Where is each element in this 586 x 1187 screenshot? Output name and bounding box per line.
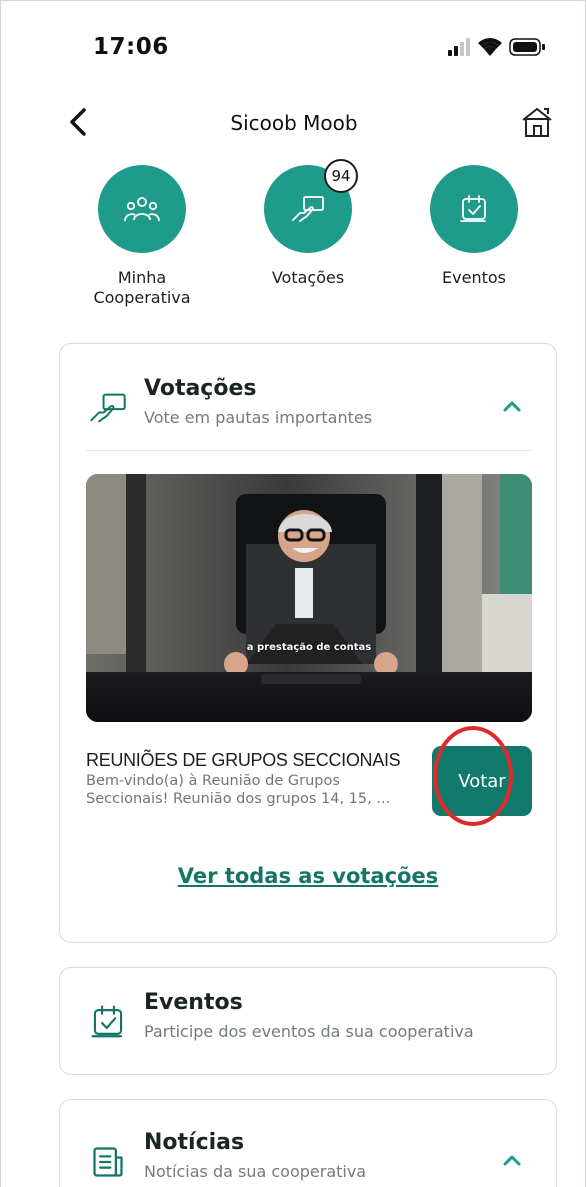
vote-hand-icon <box>90 393 126 423</box>
quick-action-label: Votações <box>271 268 345 287</box>
votacoes-circle: 94 <box>264 159 358 253</box>
eventos-card-icon-wrap <box>86 1000 130 1044</box>
eventos-circle <box>430 165 518 253</box>
quick-action-label: Eventos <box>442 268 506 287</box>
home-button[interactable] <box>519 105 555 139</box>
divider <box>86 450 532 451</box>
minha-cooperativa-circle <box>98 165 186 253</box>
card-subtitle: Notícias da sua cooperativa <box>144 1162 367 1181</box>
status-icons <box>448 38 545 56</box>
chevron-up-icon[interactable] <box>500 394 524 418</box>
quick-action-eventos[interactable]: Eventos <box>409 165 539 288</box>
quick-action-minha-cooperativa[interactable]: Minha Cooperativa <box>77 165 207 308</box>
status-time: 17:06 <box>93 34 169 60</box>
eventos-card[interactable]: Eventos Participe dos eventos da sua coo… <box>59 967 557 1075</box>
vote-item-description: Bem-vindo(a) à Reunião de Grupos Seccion… <box>86 773 391 807</box>
wifi-icon <box>478 38 502 56</box>
quick-action-label: Minha Cooperativa <box>93 268 191 307</box>
home-icon <box>522 107 552 137</box>
votar-button[interactable]: Votar <box>432 746 532 816</box>
video-image <box>86 474 532 722</box>
vote-item-title: REUNIÕES DE GRUPOS SECCIONAIS <box>86 750 401 770</box>
card-title: Eventos <box>144 990 243 1015</box>
noticias-card-icon-wrap <box>86 1140 130 1184</box>
card-title: Votações <box>144 376 257 401</box>
noticias-card: Notícias Notícias da sua cooperativa <box>59 1099 557 1187</box>
newspaper-icon <box>93 1147 123 1177</box>
phone-screen: 17:06 Sicoob Moob Minha Cooperativa 94 V… <box>0 0 586 1187</box>
vote-hand-icon <box>292 196 324 222</box>
signal-icon <box>448 38 470 56</box>
card-title: Notícias <box>144 1130 245 1155</box>
chevron-up-icon[interactable] <box>500 1148 524 1172</box>
votacoes-card: Votações Vote em pautas importantes a pr… <box>59 343 557 943</box>
video-caption: a prestação de contas <box>246 642 372 653</box>
quick-action-votacoes[interactable]: 94 Votações <box>243 159 373 288</box>
calendar-check-icon <box>460 195 486 222</box>
people-icon <box>124 197 160 222</box>
card-subtitle: Participe dos eventos da sua cooperativa <box>144 1022 474 1041</box>
votacoes-card-icon-wrap <box>86 386 130 430</box>
see-all-votes-link[interactable]: Ver todas as votações <box>60 864 556 888</box>
card-subtitle: Vote em pautas importantes <box>144 408 373 427</box>
votacoes-card-header[interactable]: Votações Vote em pautas importantes <box>86 374 536 444</box>
page-title: Sicoob Moob <box>230 111 358 135</box>
eventos-card-header: Eventos Participe dos eventos da sua coo… <box>86 988 536 1058</box>
video-thumbnail[interactable]: a prestação de contas <box>86 474 532 722</box>
calendar-check-icon <box>91 1005 123 1038</box>
notification-badge: 94 <box>324 159 358 193</box>
battery-icon <box>509 38 545 56</box>
noticias-card-header[interactable]: Notícias Notícias da sua cooperativa <box>86 1128 536 1187</box>
